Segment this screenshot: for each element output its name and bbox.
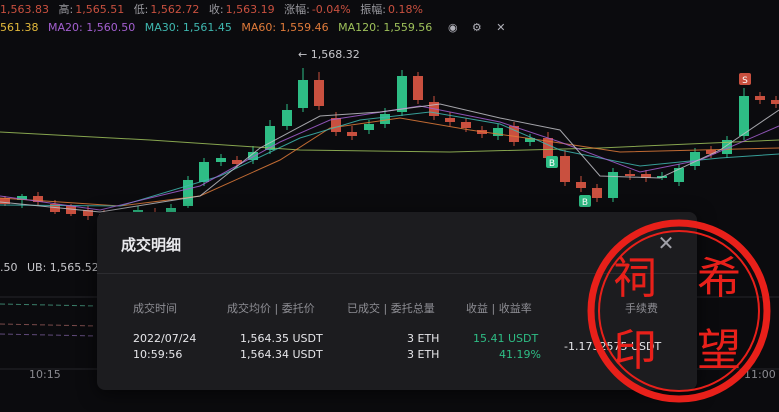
change-label: 涨幅: (284, 3, 310, 16)
low-value: 1,562.72 (150, 3, 200, 16)
ma-header: 561.38 MA20: 1,560.50 MA30: 1,561.45 MA6… (0, 19, 520, 37)
time-axis-label: 10:15 (29, 368, 61, 381)
low-label: 低: (133, 3, 149, 16)
candle-body (592, 188, 602, 198)
amplitude-value: 0.18% (387, 3, 423, 16)
ma30-value: MA30: 1,561.45 (144, 21, 232, 34)
close-label: 收: (208, 3, 224, 16)
header-quantity: 已成交 | 委托总量 (347, 302, 435, 315)
modal-title: 成交明细 (121, 236, 182, 254)
ub-value: UB: 1,565.52 (27, 261, 99, 274)
ma20-value: MA20: 1,560.50 (48, 21, 136, 34)
candle-body (380, 114, 390, 124)
badge-label: S (742, 76, 748, 86)
candle-body (771, 100, 779, 104)
candle-body (690, 152, 700, 166)
high-value: 1,565.51 (75, 3, 125, 16)
high-label: 高: (58, 3, 74, 16)
eye-icon[interactable]: ◉ (446, 21, 460, 35)
filled-qty: 3 ETH (407, 332, 440, 345)
indicator-line (0, 333, 97, 337)
candle-body (674, 168, 684, 182)
candle-body (282, 110, 292, 126)
amplitude-label: 振幅: (360, 3, 386, 16)
close-value: 1,563.19 (225, 3, 275, 16)
trade-time: 10:59:56 (133, 348, 183, 361)
total-qty: 3 ETH (407, 348, 440, 361)
candle-body (216, 158, 226, 162)
candle-body (298, 80, 308, 108)
ma120-value: MA120: 1,559.56 (338, 21, 433, 34)
candle-body (413, 76, 423, 100)
divider (97, 273, 697, 274)
indicator-line (0, 323, 97, 327)
indicator-line (0, 303, 97, 307)
pnl-value: 15.41 USDT (473, 332, 539, 345)
candle-body (445, 118, 455, 122)
ma-line (0, 111, 779, 207)
trade-date: 2022/07/24 (133, 332, 197, 345)
ma60-value: MA60: 1,559.46 (241, 21, 329, 34)
badge-label: B (549, 159, 555, 169)
candle-body (66, 206, 76, 214)
candle-body (397, 76, 407, 112)
high-marker: ← 1,568.32 (298, 48, 360, 61)
candle-body (199, 162, 209, 182)
candle-body (755, 96, 765, 100)
change-value: -0.04% (311, 3, 351, 16)
order-price: 1,564.34 USDT (240, 348, 323, 361)
candle-body (739, 96, 749, 136)
candle-body (183, 180, 193, 206)
fee-value: -1.1732575 USDT (564, 340, 662, 353)
close-icon[interactable]: ✕ (657, 233, 675, 253)
candle-body (265, 126, 275, 150)
header-trade-time: 成交时间 (133, 302, 177, 315)
close-icon[interactable]: ✕ (494, 21, 508, 35)
header-pnl: 收益 | 收益率 (466, 302, 532, 315)
sub-left-value: .50 (0, 261, 18, 274)
time-axis-label: 11:00 (744, 368, 776, 381)
ma-line (0, 131, 779, 153)
gear-icon[interactable]: ⚙ (470, 21, 484, 35)
candle-body (461, 122, 471, 128)
trade-detail-modal: 成交明细 ✕ 成交时间 成交均价 | 委托价 已成交 | 委托总量 收益 | 收… (97, 212, 697, 390)
pnl-rate: 41.19% (499, 348, 541, 361)
candle-body (576, 182, 586, 188)
candle-body (560, 156, 570, 182)
candle-body (347, 132, 357, 136)
ohlc-header: 1,563.83 高: 1,565.51 低: 1,562.72 收: 1,563.1… (0, 1, 429, 19)
open-value: 1,563.83 (0, 3, 49, 16)
header-price: 成交均价 | 委托价 (227, 302, 315, 315)
ma-line (0, 117, 779, 207)
candle-body (364, 124, 374, 130)
ma-first-value: 561.38 (0, 21, 39, 34)
avg-price: 1,564.35 USDT (240, 332, 323, 345)
header-fee: 手续费 (625, 302, 658, 315)
candle-body (625, 174, 635, 176)
badge-label: B (582, 198, 588, 208)
candle-body (314, 80, 324, 106)
